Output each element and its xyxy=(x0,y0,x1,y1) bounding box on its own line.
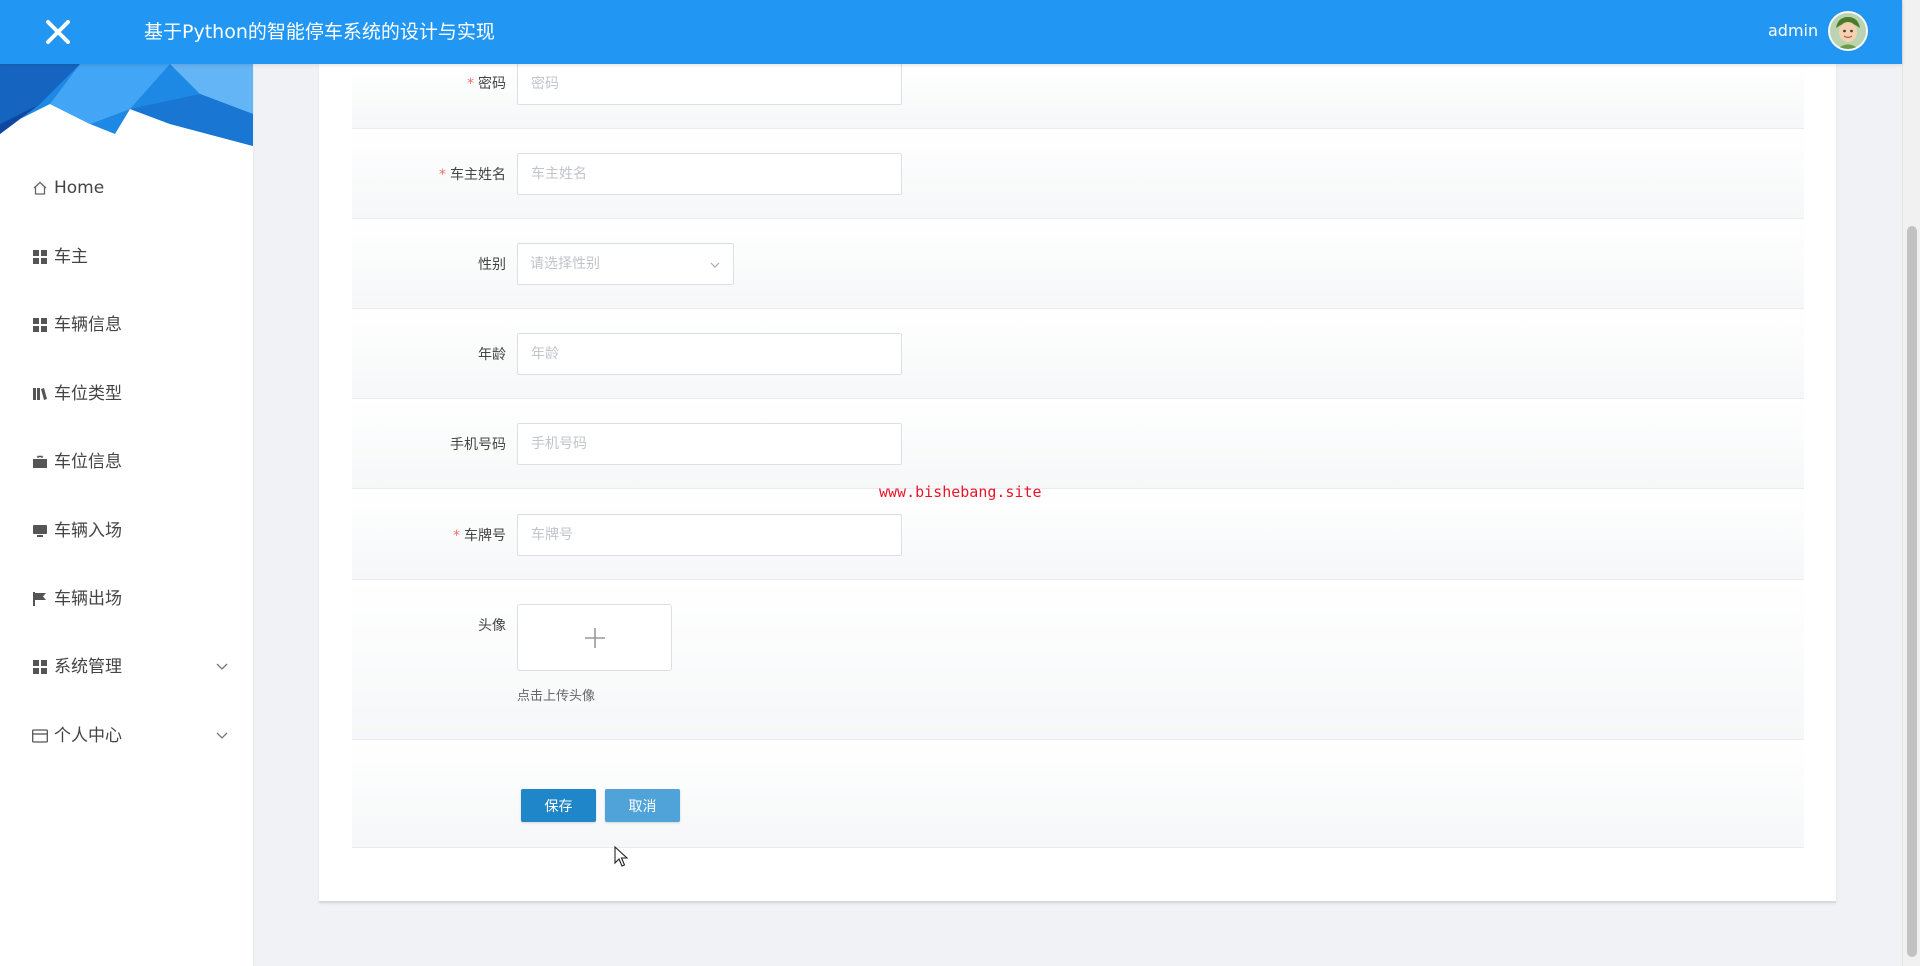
required-mark: * xyxy=(439,167,446,183)
page-scrollbar[interactable] xyxy=(1902,0,1920,966)
sidebar-item-personal-center[interactable]: 个人中心 xyxy=(0,716,253,756)
sidebar: Home 车主 车辆信息 车位类型 车位信息 车辆入场 车辆出场 系统管理 个人… xyxy=(0,64,253,966)
sidebar-item-vehicle-entry[interactable]: 车辆入场 xyxy=(0,511,253,551)
watermark-text: www.bishebang.site xyxy=(879,483,1042,501)
sidebar-item-label: 个人中心 xyxy=(54,726,122,746)
avatar-label: 头像 xyxy=(478,618,506,634)
top-header: 基于Python的智能停车系统的设计与实现 admin xyxy=(0,0,1902,64)
monitor-icon xyxy=(32,523,48,539)
close-icon xyxy=(46,20,70,44)
card-icon xyxy=(32,728,48,744)
scrollbar-thumb[interactable] xyxy=(1907,226,1917,957)
sidebar-item-label: 车位信息 xyxy=(54,452,122,472)
sidebar-item-vehicle-info[interactable]: 车辆信息 xyxy=(0,305,253,345)
home-icon xyxy=(32,180,48,196)
briefcase-icon xyxy=(32,454,48,470)
flag-icon xyxy=(32,591,48,607)
upload-tip: 点击上传头像 xyxy=(517,689,596,704)
plate-label: * 车牌号 xyxy=(453,528,506,544)
owner-name-input[interactable] xyxy=(517,153,902,195)
chevron-down-icon xyxy=(216,663,228,670)
mouse-cursor-icon xyxy=(614,846,628,867)
sidebar-item-vehicle-exit[interactable]: 车辆出场 xyxy=(0,579,253,619)
password-input[interactable] xyxy=(517,63,902,105)
chevron-down-icon xyxy=(216,732,228,739)
chevron-down-icon xyxy=(710,262,720,268)
sidebar-item-label: 车辆出场 xyxy=(54,589,122,609)
sidebar-item-home[interactable]: Home xyxy=(0,168,253,208)
sidebar-item-space-type[interactable]: 车位类型 xyxy=(0,374,253,414)
age-label: 年龄 xyxy=(478,347,506,363)
user-name[interactable]: admin xyxy=(1768,21,1818,41)
sidebar-item-label: Home xyxy=(54,178,105,198)
sidebar-item-label: 车辆信息 xyxy=(54,315,122,335)
gender-select[interactable]: 请选择性别 xyxy=(517,243,734,285)
required-mark: * xyxy=(467,76,474,92)
sidebar-item-label: 系统管理 xyxy=(54,657,122,677)
avatar-uploader[interactable] xyxy=(517,604,672,671)
avatar-image xyxy=(1830,13,1866,49)
owner-name-label: * 车主姓名 xyxy=(439,167,506,183)
phone-label: 手机号码 xyxy=(450,437,506,453)
user-avatar[interactable] xyxy=(1828,11,1868,51)
password-label: * 密码 xyxy=(467,76,506,92)
age-input[interactable] xyxy=(517,333,902,375)
plate-input[interactable] xyxy=(517,514,902,556)
book-icon xyxy=(32,386,48,402)
sidebar-item-label: 车辆入场 xyxy=(54,521,122,541)
required-mark: * xyxy=(453,528,460,544)
sidebar-item-space-info[interactable]: 车位信息 xyxy=(0,442,253,482)
gender-label: 性别 xyxy=(478,257,506,273)
grid-icon xyxy=(32,317,48,333)
save-button[interactable]: 保存 xyxy=(521,789,596,822)
app-title: 基于Python的智能停车系统的设计与实现 xyxy=(144,21,495,43)
close-menu-button[interactable] xyxy=(38,12,78,52)
sidebar-banner xyxy=(0,64,253,150)
sidebar-item-system-management[interactable]: 系统管理 xyxy=(0,647,253,687)
sidebar-item-label: 车位类型 xyxy=(54,384,122,404)
phone-input[interactable] xyxy=(517,423,902,465)
cancel-button[interactable]: 取消 xyxy=(605,789,680,822)
plus-icon xyxy=(584,627,605,648)
grid-icon xyxy=(32,249,48,265)
sidebar-item-owner[interactable]: 车主 xyxy=(0,237,253,277)
sidebar-item-label: 车主 xyxy=(54,247,88,267)
gender-select-placeholder: 请选择性别 xyxy=(530,256,600,272)
grid-icon xyxy=(32,659,48,675)
